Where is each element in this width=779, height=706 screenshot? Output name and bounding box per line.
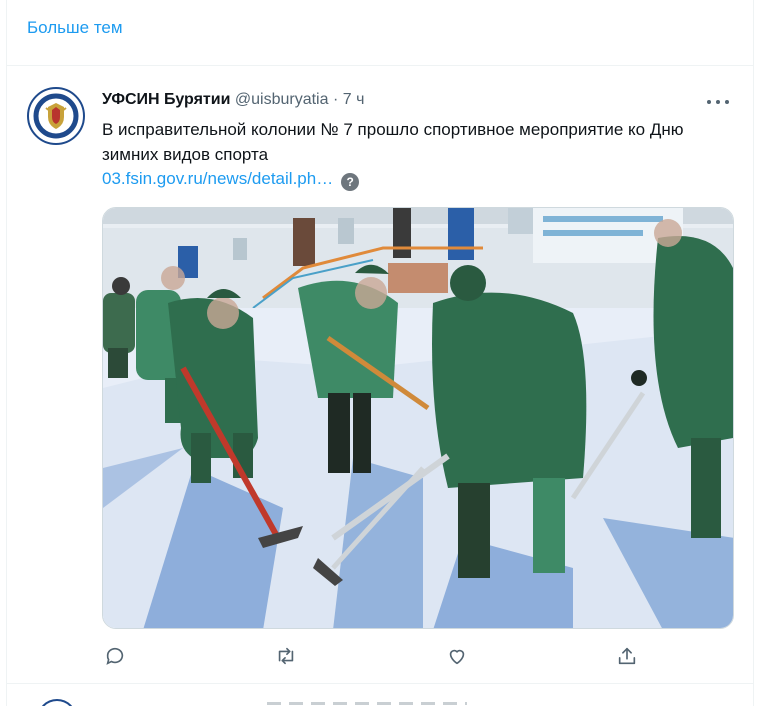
tweet-link-line: 03.fsin.gov.ru/news/detail.ph…? (102, 168, 360, 191)
next-author-avatar[interactable] (37, 699, 77, 706)
more-options-icon[interactable] (705, 91, 731, 111)
author-avatar[interactable] (27, 87, 85, 145)
more-topics-row: Больше тем (7, 0, 753, 66)
tweet-header: УФСИН Бурятии @uisburyatia · 7 ч (102, 91, 364, 109)
author-handle[interactable]: @uisburyatia (235, 91, 329, 108)
like-button[interactable] (446, 645, 470, 669)
tweet-photo[interactable] (102, 207, 734, 629)
timeline: Больше тем УФСИН Бурятии @uisburyatia · … (6, 0, 754, 706)
share-icon (618, 647, 636, 665)
reply-button[interactable] (104, 645, 128, 669)
fsin-emblem-icon (31, 91, 81, 141)
author-name[interactable]: УФСИН Бурятии (102, 91, 230, 108)
retweet-icon (278, 647, 294, 665)
retweet-button[interactable] (275, 645, 299, 669)
like-icon (449, 649, 465, 665)
tweet-link[interactable]: 03.fsin.gov.ru/news/detail.ph… (102, 169, 333, 188)
tweet-time[interactable]: 7 ч (343, 91, 365, 108)
photo-hockey-scene (103, 208, 733, 628)
next-tweet-header-fragment (267, 702, 467, 705)
separator-dot: · (332, 91, 339, 108)
tweet[interactable]: УФСИН Бурятии @uisburyatia · 7 ч В испра… (7, 67, 753, 684)
next-tweet-preview[interactable] (7, 685, 753, 706)
tweet-actions (102, 645, 636, 669)
help-icon[interactable]: ? (341, 173, 360, 191)
tweet-text: В исправительной колонии № 7 прошло спор… (102, 120, 684, 164)
share-button[interactable] (616, 645, 640, 669)
more-topics-link[interactable]: Больше тем (27, 18, 123, 38)
reply-icon (106, 647, 124, 665)
